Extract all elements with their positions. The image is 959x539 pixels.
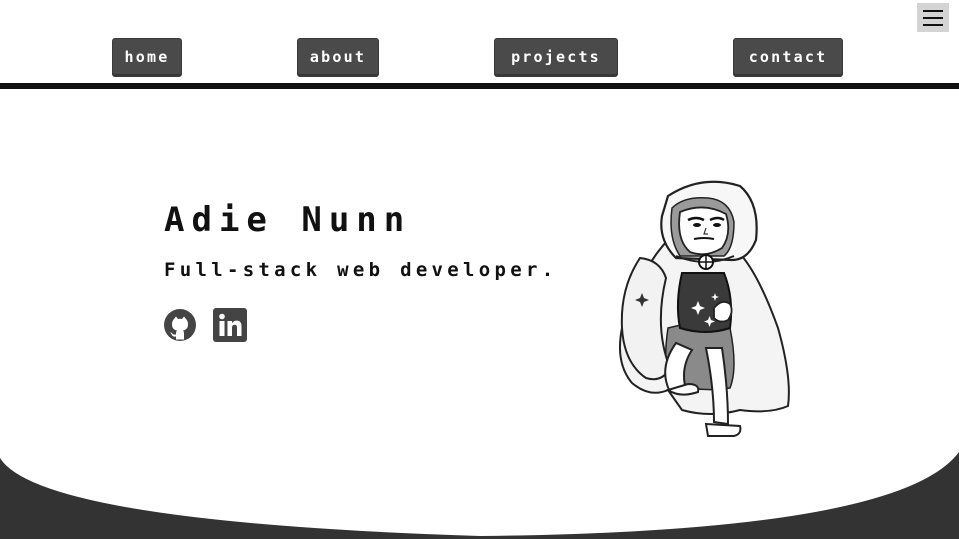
footer-wave: [0, 452, 959, 539]
header-divider: [0, 83, 959, 89]
hamburger-menu-icon-bar: [923, 17, 943, 19]
hamburger-menu-icon: [923, 10, 943, 12]
hamburger-menu-icon-bar: [923, 24, 943, 26]
github-icon: [164, 309, 196, 341]
hero-tagline: Full-stack web developer.: [164, 259, 558, 281]
hooded-character-illustration: [610, 178, 800, 443]
nav-projects-button[interactable]: projects: [494, 38, 618, 77]
linkedin-link[interactable]: [213, 308, 247, 342]
linkedin-icon: [213, 308, 247, 342]
hero-name: Adie Nunn: [164, 200, 412, 240]
character-drawing: [619, 180, 790, 437]
nav-contact-button[interactable]: contact: [733, 38, 843, 77]
nav-home-button[interactable]: home: [112, 38, 182, 77]
github-link[interactable]: [163, 308, 197, 342]
hamburger-menu-button[interactable]: [917, 3, 949, 32]
nav-about-button[interactable]: about: [297, 38, 379, 77]
